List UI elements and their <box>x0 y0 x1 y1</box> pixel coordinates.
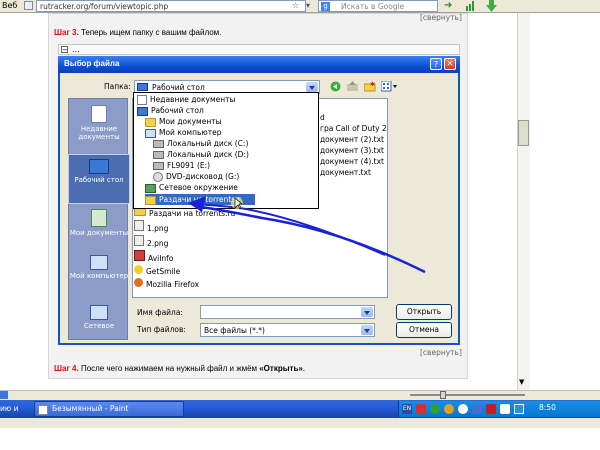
slider-track <box>410 394 525 396</box>
slider-thumb[interactable] <box>440 391 446 399</box>
taskbar-item-paint[interactable]: Безымянный - Paint <box>34 401 184 417</box>
tray-app-icon[interactable] <box>430 404 440 414</box>
tray-app-icon[interactable] <box>416 404 426 414</box>
taskbar-paint-label: Безымянный - Paint <box>52 404 129 413</box>
tray-network-icon[interactable] <box>514 404 524 414</box>
tray-app-icon[interactable] <box>458 404 468 414</box>
tray-app-icon[interactable] <box>472 404 482 414</box>
status-indicator-icon <box>0 391 8 399</box>
paint-icon <box>38 405 48 415</box>
system-tray: EN 8:50 <box>398 401 600 417</box>
scroll-down-icon[interactable]: ▼ <box>519 378 524 386</box>
annotation-arrow <box>188 196 426 274</box>
language-indicator[interactable]: EN <box>402 404 412 414</box>
tray-app-icon[interactable] <box>486 404 496 414</box>
tray-app-icon[interactable] <box>444 404 454 414</box>
scrollbar-thumb[interactable] <box>518 120 529 146</box>
cursor-pointer-icon <box>230 196 244 210</box>
taskbar-item-partial[interactable]: ию и по... <box>0 401 30 417</box>
page-scrollbar[interactable] <box>517 13 530 390</box>
tray-app-icon[interactable] <box>500 404 510 414</box>
tray-clock[interactable]: 8:50 <box>539 403 556 412</box>
volume-slider[interactable] <box>400 391 530 399</box>
